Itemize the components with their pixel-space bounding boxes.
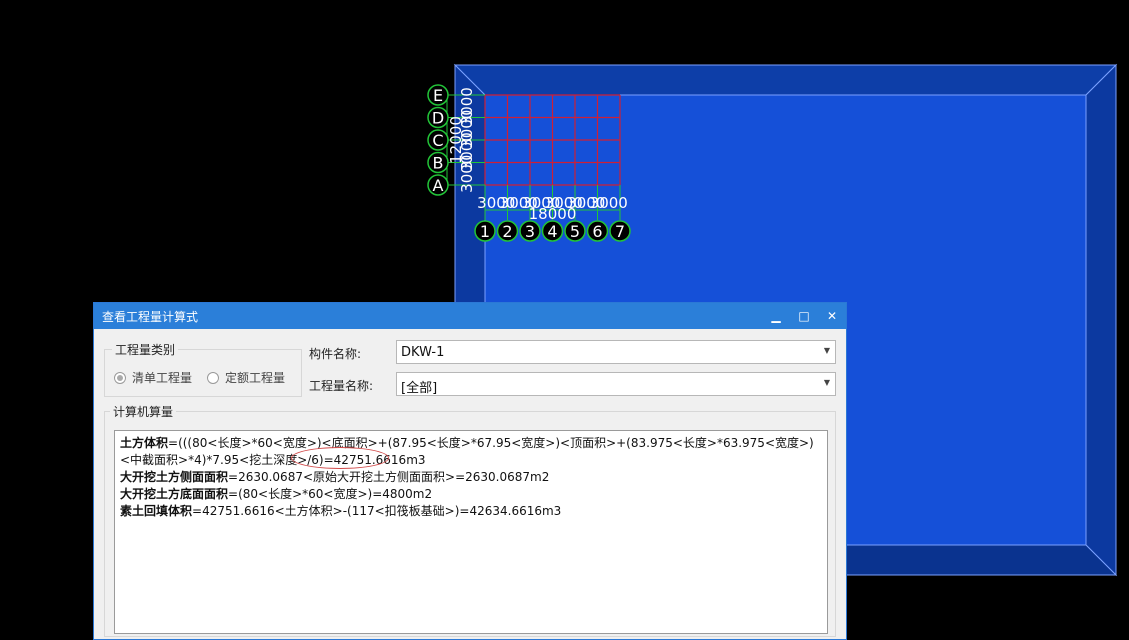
formula-expr: =2630.0687<原始大开挖土方侧面面积>=2630.0687m2	[228, 470, 550, 484]
formula-text-area[interactable]: 土方体积=(((80<长度>*60<宽度>)<底面积>+(87.95<长度>*6…	[114, 430, 828, 634]
axis-col-label: 5	[570, 222, 580, 241]
quantity-type-group-title: 工程量类别	[112, 341, 179, 358]
formula-dialog: 查看工程量计算式 ▁ □ ✕ 工程量类别 清单工程量 定额工程量 构件名称: D…	[93, 302, 847, 640]
quantity-name-select[interactable]: [全部] ▼	[396, 372, 836, 396]
axis-row-label: E	[433, 86, 443, 105]
formula-name: 素土回填体积	[120, 504, 193, 518]
formula-line-backfill-volume: 素土回填体积=42751.6616<土方体积>-(117<扣筏板基础>)=426…	[120, 503, 822, 520]
chevron-down-icon[interactable]: ▼	[824, 346, 830, 355]
axis-row-label: C	[432, 131, 443, 150]
axis-col-label: 6	[592, 222, 602, 241]
quantity-name-label: 工程量名称:	[309, 379, 374, 393]
radio-quota-quantity-dot[interactable]	[207, 372, 219, 384]
formula-line-side-area: 大开挖土方侧面面积=2630.0687<原始大开挖土方侧面面积>=2630.06…	[120, 469, 822, 486]
component-name-label: 构件名称:	[309, 347, 362, 361]
quantity-name-value: [全部]	[401, 381, 438, 396]
axis-col-label: 7	[615, 222, 625, 241]
formula-name: 大开挖土方底面面积	[120, 487, 229, 501]
maximize-icon[interactable]: □	[794, 306, 814, 326]
col-dimension-label: 3000	[590, 194, 628, 212]
component-name-select[interactable]: DKW-1 ▼	[396, 340, 836, 364]
pit-wall-top	[453, 64, 1118, 96]
calc-group-title: 计算机算量	[110, 403, 177, 420]
axis-col-label: 4	[547, 222, 557, 241]
formula-name: 大开挖土方侧面面积	[120, 470, 229, 484]
formula-line-earthwork-volume: 土方体积=(((80<长度>*60<宽度>)<底面积>+(87.95<长度>*6…	[120, 435, 822, 469]
dialog-titlebar[interactable]: 查看工程量计算式 ▁ □ ✕	[94, 303, 846, 329]
formula-expr: =(80<长度>*60<宽度>)=4800m2	[228, 487, 433, 501]
row-total-dimension-label: 12000	[447, 116, 465, 164]
component-name-value: DKW-1	[401, 345, 445, 360]
axis-col-label: 2	[502, 222, 512, 241]
formula-line-bottom-area: 大开挖土方底面面积=(80<长度>*60<宽度>)=4800m2	[120, 486, 822, 503]
dialog-title: 查看工程量计算式	[102, 310, 199, 324]
axis-col-label: 3	[525, 222, 535, 241]
col-total-dimension-label: 18000	[529, 205, 577, 223]
radio-bill-quantity-label: 清单工程量	[132, 371, 193, 385]
formula-name: 土方体积	[120, 436, 169, 450]
radio-bill-quantity-dot[interactable]	[114, 372, 126, 384]
axis-col-label: 1	[480, 222, 490, 241]
radio-quota-quantity-label: 定额工程量	[225, 371, 286, 385]
radio-bill-quantity[interactable]: 清单工程量	[114, 369, 192, 386]
axis-row-label: A	[433, 176, 444, 195]
pit-wall-right	[1085, 63, 1117, 577]
chevron-down-icon[interactable]: ▼	[824, 378, 830, 387]
formula-expr: =42751.6616<土方体积>-(117<扣筏板基础>)=42634.661…	[192, 504, 562, 518]
axis-row-label: D	[432, 109, 444, 128]
close-icon[interactable]: ✕	[822, 306, 842, 326]
radio-quota-quantity[interactable]: 定额工程量	[207, 369, 285, 386]
formula-expr: =(((80<长度>*60<宽度>)<底面积>+(87.95<长度>*67.95…	[120, 436, 814, 467]
minimize-icon[interactable]: ▁	[766, 306, 786, 326]
axis-row-label: B	[433, 154, 444, 173]
